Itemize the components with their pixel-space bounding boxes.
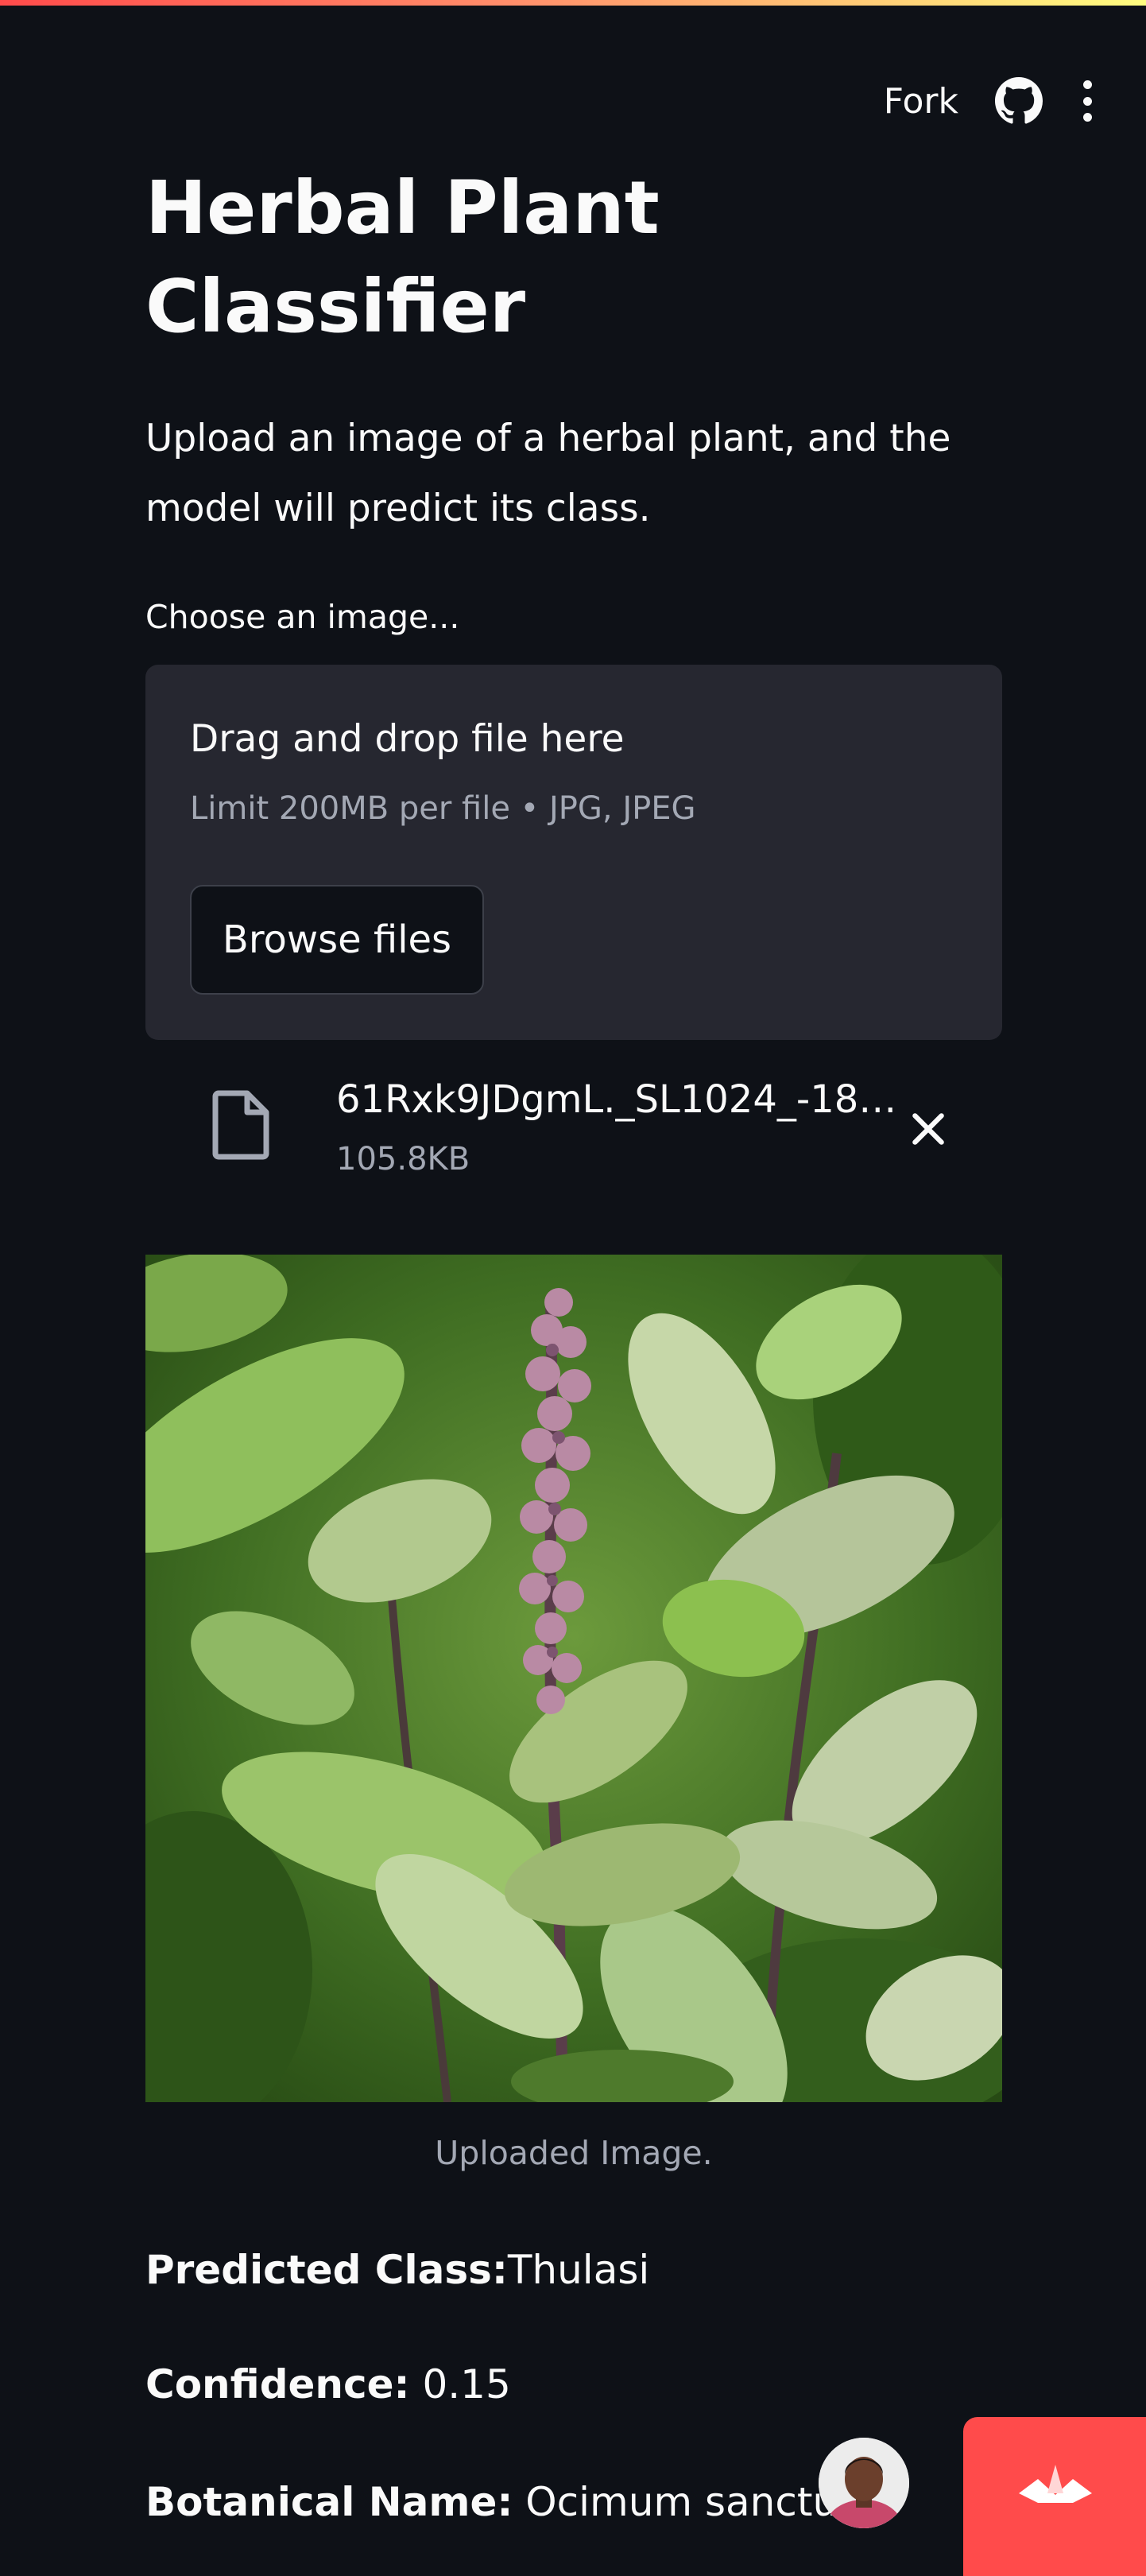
confidence-label: Confidence: — [145, 2361, 410, 2407]
streamlit-badge[interactable] — [963, 2417, 1146, 2576]
browse-files-button[interactable]: Browse files — [190, 885, 484, 995]
predicted-class-value: Thulasi — [507, 2247, 650, 2293]
file-dropzone[interactable]: Drag and drop file here Limit 200MB per … — [145, 665, 1002, 1040]
github-icon[interactable] — [995, 77, 1043, 125]
streamlit-crown-icon — [1019, 2465, 1092, 2503]
user-avatar[interactable] — [819, 2438, 909, 2528]
page-description: Upload an image of a herbal plant, and t… — [145, 417, 951, 530]
confidence-value: 0.15 — [409, 2361, 511, 2407]
botanical-name-label: Botanical Name: — [145, 2479, 513, 2525]
close-icon[interactable] — [908, 1109, 948, 1149]
avatar-portrait — [819, 2438, 909, 2528]
fork-button[interactable]: Fork — [884, 81, 958, 122]
top-decoration-stripe — [0, 0, 1146, 6]
image-caption: Uploaded Image. — [435, 2134, 713, 2172]
app-toolbar: Fork — [884, 73, 1095, 129]
dropzone-title: Drag and drop file here — [190, 717, 625, 761]
confidence-line: Confidence: 0.15 — [145, 2361, 511, 2407]
file-icon — [212, 1090, 269, 1160]
kebab-menu-icon[interactable] — [1079, 77, 1095, 125]
uploaded-file-row: 61Rxk9JDgmL._SL1024_-18… 105.8KB — [145, 1069, 1002, 1177]
dropzone-limit-text: Limit 200MB per file • JPG, JPEG — [190, 790, 696, 827]
page-title: Herbal Plant Classifier — [145, 165, 660, 349]
predicted-class-line: Predicted Class:Thulasi — [145, 2247, 649, 2293]
uploaded-file-size: 105.8KB — [336, 1141, 470, 1177]
plant-illustration — [145, 1255, 1002, 2102]
uploaded-plant-image — [145, 1255, 1002, 2102]
predicted-class-label: Predicted Class: — [145, 2247, 508, 2293]
uploaded-file-name: 61Rxk9JDgmL._SL1024_-18… — [336, 1077, 897, 1122]
file-uploader-label: Choose an image... — [145, 598, 460, 636]
botanical-name-line: Botanical Name: Ocimum sanctum — [145, 2479, 877, 2525]
